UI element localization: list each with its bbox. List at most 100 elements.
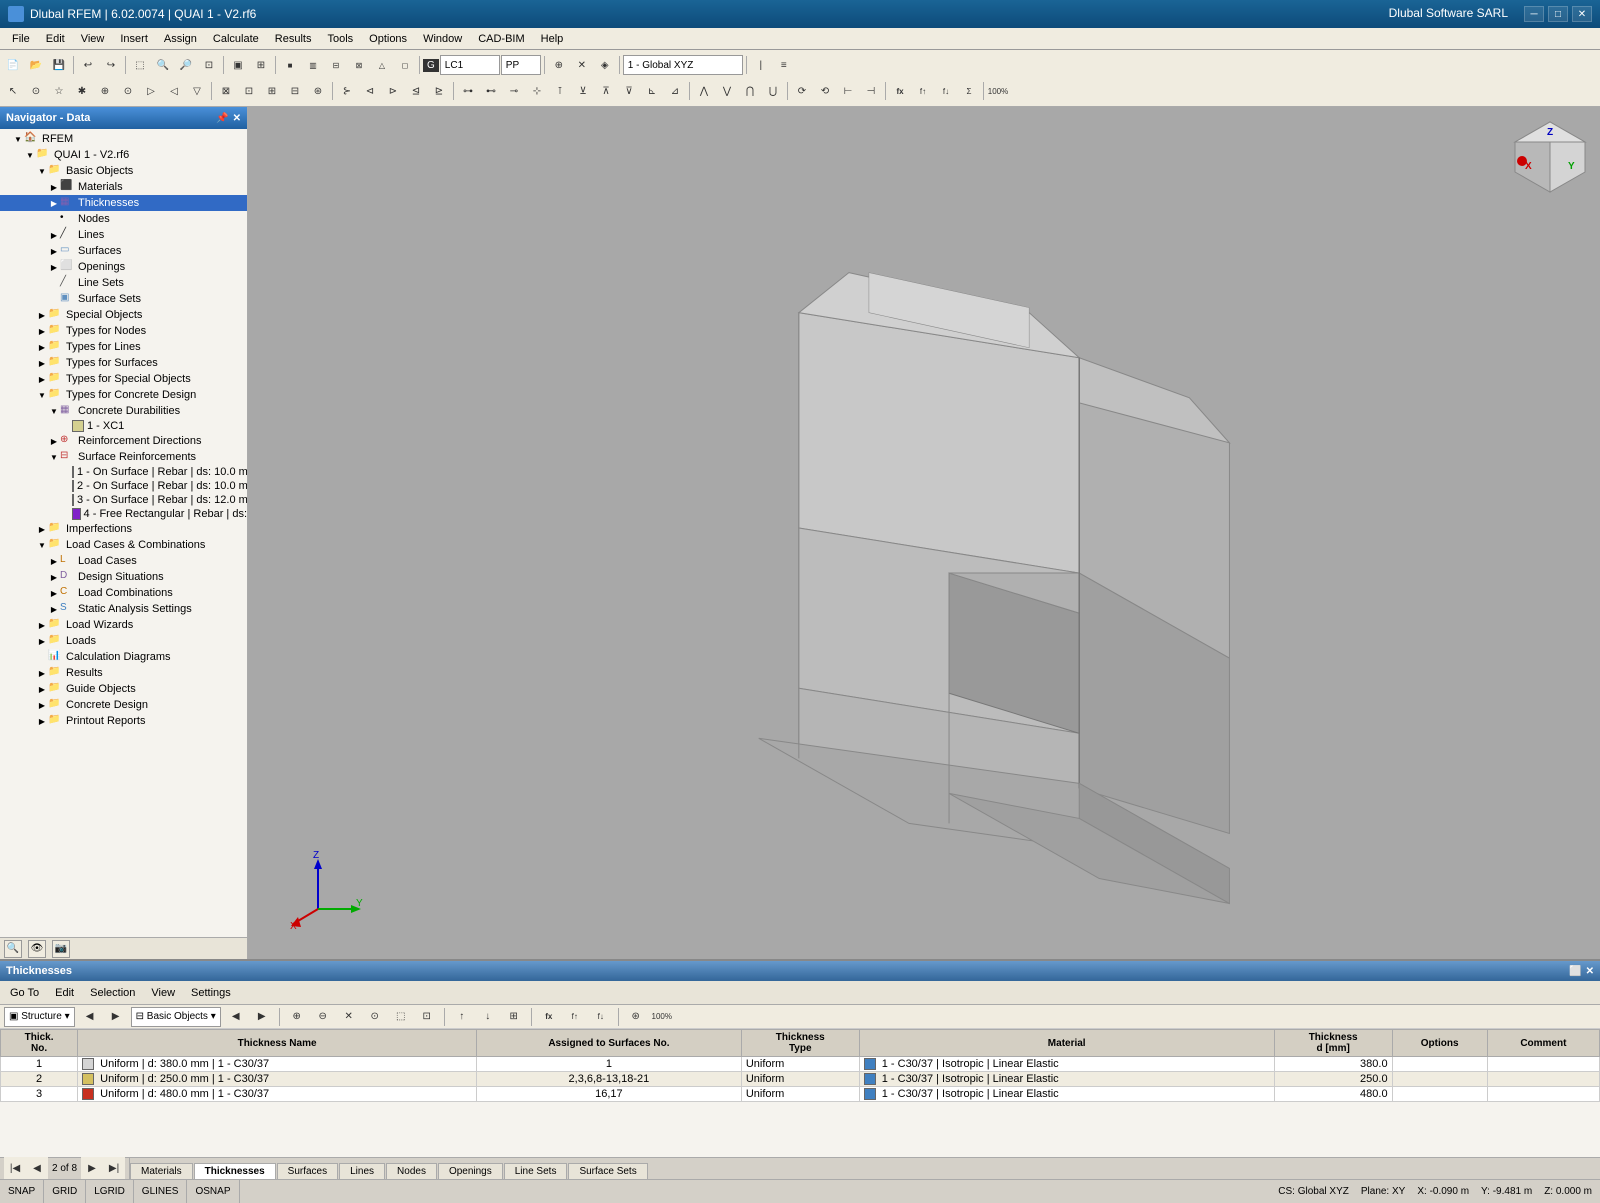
table-row[interactable]: 1 Uniform | d: 380.0 mm | 1 - C30/37 1 U… [1, 1057, 1600, 1072]
tb-b1[interactable]: ■ [279, 54, 301, 76]
tree-openings[interactable]: ▶ ⬜ Openings [0, 259, 247, 275]
tb-b5[interactable]: △ [371, 54, 393, 76]
tree-static-anal[interactable]: ▶ S Static Analysis Settings [0, 601, 247, 617]
tab-linesets[interactable]: Line Sets [504, 1163, 568, 1179]
tb-coord-dropdown[interactable]: 1 - Global XYZ [623, 55, 743, 75]
tb2-41[interactable]: Σ [958, 80, 980, 102]
tree-results[interactable]: ▶ 📁 Results [0, 665, 247, 681]
menu-edit[interactable]: Edit [38, 31, 73, 47]
tnodes-arrow[interactable]: ▶ [36, 325, 48, 337]
tb2-13[interactable]: ⊟ [284, 80, 306, 102]
table-first-btn[interactable]: |◀ [4, 1157, 26, 1179]
bottom-expand-button[interactable]: ⬜ [1569, 966, 1581, 977]
tree-rfem[interactable]: ▼ 🏠 RFEM [0, 131, 247, 147]
guide-arrow[interactable]: ▶ [36, 683, 48, 695]
tb2-19[interactable]: ⊵ [428, 80, 450, 102]
tb2-24[interactable]: ⊺ [549, 80, 571, 102]
bottom-close-button[interactable]: ✕ [1586, 966, 1594, 977]
lcc-arrow[interactable]: ▼ [36, 539, 48, 551]
menu-calculate[interactable]: Calculate [205, 31, 267, 47]
tb2-36[interactable]: ⊢ [837, 80, 859, 102]
btn-view[interactable]: View [145, 986, 181, 1000]
tb-b4[interactable]: ⊠ [348, 54, 370, 76]
tb-render[interactable]: ▣ [227, 54, 249, 76]
tree-loads[interactable]: ▶ 📁 Loads [0, 633, 247, 649]
lines-arrow[interactable]: ▶ [48, 229, 60, 241]
lcomb-arrow[interactable]: ▶ [48, 587, 60, 599]
tab-nodes[interactable]: Nodes [386, 1163, 437, 1179]
tab-materials[interactable]: Materials [130, 1163, 193, 1179]
ds-arrow[interactable]: ▶ [48, 571, 60, 583]
sub-tb4[interactable]: ⊙ [364, 1006, 386, 1028]
tb-d1[interactable]: | [750, 54, 772, 76]
tree-load-wizards[interactable]: ▶ 📁 Load Wizards [0, 617, 247, 633]
tb-b6[interactable]: ◻ [394, 54, 416, 76]
tree-types-nodes[interactable]: ▶ 📁 Types for Nodes [0, 323, 247, 339]
tb2-29[interactable]: ⊿ [664, 80, 686, 102]
tb2-3[interactable]: ☆ [48, 80, 70, 102]
tb2-14[interactable]: ⊛ [307, 80, 329, 102]
tb2-8[interactable]: ◁ [163, 80, 185, 102]
menu-cadbim[interactable]: CAD-BIM [470, 31, 532, 47]
tb2-20[interactable]: ⊶ [457, 80, 479, 102]
tb-open[interactable]: 📂 [25, 54, 47, 76]
sub-tb7[interactable]: ↑ [451, 1006, 473, 1028]
menu-insert[interactable]: Insert [112, 31, 156, 47]
tree-sr4[interactable]: ▶ 4 - Free Rectangular | Rebar | ds: [0, 507, 247, 521]
tb2-11[interactable]: ⊡ [238, 80, 260, 102]
imperf-arrow[interactable]: ▶ [36, 523, 48, 535]
table-row[interactable]: 3 Uniform | d: 480.0 mm | 1 - C30/37 16,… [1, 1087, 1600, 1102]
subbar-next-btn[interactable]: ▶ [105, 1006, 127, 1028]
subbar-bo-prev[interactable]: ◀ [225, 1006, 247, 1028]
tree-calc-diag[interactable]: ▶ 📊 Calculation Diagrams [0, 649, 247, 665]
sub-tb8[interactable]: ↓ [477, 1006, 499, 1028]
tb-zoom-in[interactable]: 🔍 [152, 54, 174, 76]
tb2-5[interactable]: ⊕ [94, 80, 116, 102]
menu-assign[interactable]: Assign [156, 31, 205, 47]
tlines-arrow[interactable]: ▶ [36, 341, 48, 353]
project-expand-arrow[interactable]: ▼ [24, 149, 36, 161]
tab-thicknesses[interactable]: Thicknesses [194, 1163, 276, 1179]
lw-arrow[interactable]: ▶ [36, 619, 48, 631]
sreinf-arrow[interactable]: ▼ [48, 451, 60, 463]
viewport[interactable]: X Y Z Z X [248, 107, 1600, 959]
tree-materials[interactable]: ▶ ⬛ Materials [0, 179, 247, 195]
tb-new[interactable]: 📄 [2, 54, 24, 76]
tb2-1[interactable]: ↖ [2, 80, 24, 102]
tb2-26[interactable]: ⊼ [595, 80, 617, 102]
tree-linesets[interactable]: ▶ ╱ Line Sets [0, 275, 247, 291]
maximize-button[interactable]: □ [1548, 6, 1568, 22]
tb-loadcase-dropdown[interactable]: LC1 [440, 55, 500, 75]
tree-surf-reinf[interactable]: ▼ ⊟ Surface Reinforcements [0, 449, 247, 465]
surfaces-arrow[interactable]: ▶ [48, 245, 60, 257]
tb-zoom-out[interactable]: 🔎 [175, 54, 197, 76]
tb2-2[interactable]: ⊙ [25, 80, 47, 102]
tb2-27[interactable]: ⊽ [618, 80, 640, 102]
tb-select[interactable]: ⬚ [129, 54, 151, 76]
tree-types-concrete[interactable]: ▼ 📁 Types for Concrete Design [0, 387, 247, 403]
tree-types-lines[interactable]: ▶ 📁 Types for Lines [0, 339, 247, 355]
tree-basic-objects[interactable]: ▼ 📁 Basic Objects [0, 163, 247, 179]
tb-save[interactable]: 💾 [48, 54, 70, 76]
subbar-bo-next[interactable]: ▶ [251, 1006, 273, 1028]
tb-d2[interactable]: ≡ [773, 54, 795, 76]
tree-concrete-dur[interactable]: ▼ ▦ Concrete Durabilities [0, 403, 247, 419]
table-prev-btn[interactable]: ◀ [26, 1157, 48, 1179]
tab-openings[interactable]: Openings [438, 1163, 503, 1179]
rfem-expand-arrow[interactable]: ▼ [12, 133, 24, 145]
tb-c2[interactable]: ✕ [571, 54, 593, 76]
tb2-10[interactable]: ⊠ [215, 80, 237, 102]
tb-wire[interactable]: ⊞ [250, 54, 272, 76]
tb2-40[interactable]: f↓ [935, 80, 957, 102]
tree-project[interactable]: ▼ 📁 QUAI 1 - V2.rf6 [0, 147, 247, 163]
nav-eye-button[interactable]: 👁 [28, 940, 46, 958]
results-arrow[interactable]: ▶ [36, 667, 48, 679]
tb-view-dropdown[interactable]: PP [501, 55, 541, 75]
tb-zoom-fit[interactable]: ⊡ [198, 54, 220, 76]
sub-tb1[interactable]: ⊕ [286, 1006, 308, 1028]
close-button[interactable]: ✕ [1572, 6, 1592, 22]
tb2-35[interactable]: ⟲ [814, 80, 836, 102]
openings-arrow[interactable]: ▶ [48, 261, 60, 273]
sub-tb9[interactable]: ⊞ [503, 1006, 525, 1028]
tb2-15[interactable]: ⊱ [336, 80, 358, 102]
